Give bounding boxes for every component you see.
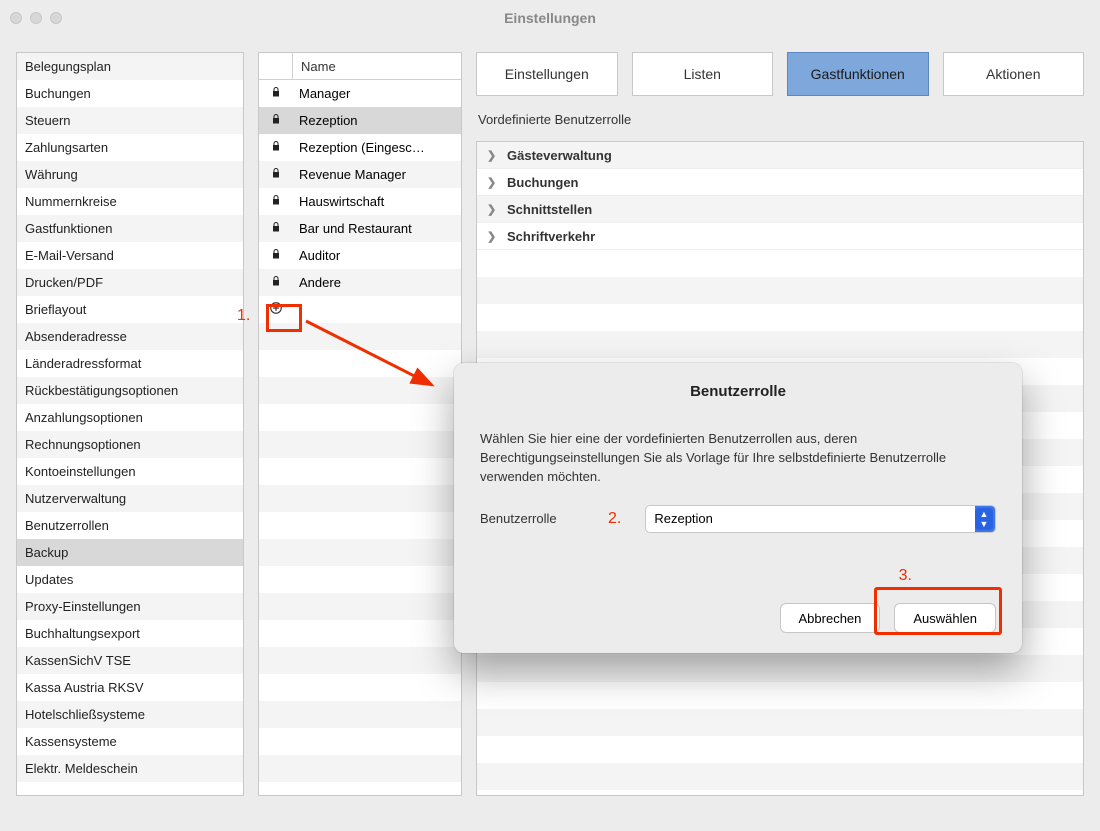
empty-row bbox=[259, 323, 461, 350]
sidebar-item[interactable]: Gastfunktionen bbox=[17, 215, 243, 242]
sidebar-item[interactable]: Zahlungsarten bbox=[17, 134, 243, 161]
annotation-step-1: 1. bbox=[237, 307, 250, 325]
sidebar-item[interactable]: Rechnungsoptionen bbox=[17, 431, 243, 458]
sidebar-item[interactable]: Kontoeinstellungen bbox=[17, 458, 243, 485]
sidebar-item[interactable]: KassenSichV TSE bbox=[17, 647, 243, 674]
empty-row bbox=[259, 431, 461, 458]
role-row[interactable]: Rezeption bbox=[259, 107, 461, 134]
empty-row bbox=[259, 620, 461, 647]
empty-row bbox=[259, 782, 461, 796]
empty-row bbox=[259, 566, 461, 593]
sidebar-item[interactable]: Nummernkreise bbox=[17, 188, 243, 215]
tab-einstellungen[interactable]: Einstellungen bbox=[476, 52, 618, 96]
tab-aktionen[interactable]: Aktionen bbox=[943, 52, 1085, 96]
role-row[interactable]: Rezeption (Eingesc… bbox=[259, 134, 461, 161]
roles-panel: Name ManagerRezeptionRezeption (Eingesc…… bbox=[258, 52, 462, 796]
lock-icon bbox=[259, 194, 293, 209]
add-icon[interactable] bbox=[259, 301, 293, 318]
dialog-confirm-button[interactable]: Auswählen bbox=[894, 603, 996, 633]
empty-row bbox=[259, 647, 461, 674]
role-row[interactable]: Andere bbox=[259, 269, 461, 296]
sidebar-item[interactable]: Proxy-Einstellungen bbox=[17, 593, 243, 620]
sidebar-item[interactable]: Steuern bbox=[17, 107, 243, 134]
sidebar-item[interactable]: Buchhaltungsexport bbox=[17, 620, 243, 647]
lock-icon bbox=[259, 140, 293, 155]
lock-icon bbox=[259, 113, 293, 128]
sidebar-item[interactable]: Rückbestätigungsoptionen bbox=[17, 377, 243, 404]
sidebar-item[interactable]: Währung bbox=[17, 161, 243, 188]
settings-sidebar: BelegungsplanBuchungenSteuernZahlungsart… bbox=[16, 52, 244, 796]
lock-icon bbox=[259, 275, 293, 290]
empty-row bbox=[259, 701, 461, 728]
window-titlebar: Einstellungen bbox=[0, 0, 1100, 36]
annotation-step-3: 3. bbox=[899, 567, 912, 585]
lock-icon bbox=[259, 167, 293, 182]
roles-header-name: Name bbox=[293, 59, 344, 74]
role-row[interactable]: Revenue Manager bbox=[259, 161, 461, 188]
add-role-row[interactable] bbox=[259, 296, 461, 323]
category-row[interactable]: ❯Schriftverkehr bbox=[477, 223, 1083, 250]
empty-row bbox=[259, 674, 461, 701]
sidebar-item[interactable]: E-Mail-Versand bbox=[17, 242, 243, 269]
sidebar-item[interactable]: Nutzerverwaltung bbox=[17, 485, 243, 512]
sidebar-item[interactable]: Absenderadresse bbox=[17, 323, 243, 350]
sidebar-item[interactable]: Buchungen bbox=[17, 80, 243, 107]
roles-table-header: Name bbox=[259, 53, 461, 80]
empty-row bbox=[259, 404, 461, 431]
sidebar-item[interactable]: Drucken/PDF bbox=[17, 269, 243, 296]
empty-row bbox=[259, 350, 461, 377]
category-row[interactable]: ❯Schnittstellen bbox=[477, 196, 1083, 223]
empty-row bbox=[259, 593, 461, 620]
predefined-role-label: Vordefinierte Benutzerrolle bbox=[476, 108, 1084, 129]
category-row[interactable]: ❯Buchungen bbox=[477, 169, 1083, 196]
empty-row bbox=[259, 539, 461, 566]
tab-gastfunktionen[interactable]: Gastfunktionen bbox=[787, 52, 929, 96]
sidebar-item[interactable]: Länderadressformat bbox=[17, 350, 243, 377]
sidebar-item[interactable]: Backup bbox=[17, 539, 243, 566]
sidebar-item[interactable]: Kassensysteme bbox=[17, 728, 243, 755]
chevron-right-icon: ❯ bbox=[487, 149, 497, 162]
sidebar-item[interactable]: Belegungsplan bbox=[17, 53, 243, 80]
category-row[interactable]: ❯Gästeverwaltung bbox=[477, 142, 1083, 169]
chevron-right-icon: ❯ bbox=[487, 176, 497, 189]
tab-listen[interactable]: Listen bbox=[632, 52, 774, 96]
dialog-title: Benutzerrolle bbox=[480, 383, 996, 400]
empty-row bbox=[259, 755, 461, 782]
lock-icon bbox=[259, 248, 293, 263]
role-row[interactable]: Hauswirtschaft bbox=[259, 188, 461, 215]
role-template-dialog: Benutzerrolle Wählen Sie hier eine der v… bbox=[454, 363, 1022, 653]
lock-icon bbox=[259, 221, 293, 236]
empty-row bbox=[259, 458, 461, 485]
sidebar-item[interactable]: Brieflayout bbox=[17, 296, 243, 323]
role-row[interactable]: Manager bbox=[259, 80, 461, 107]
chevron-right-icon: ❯ bbox=[487, 230, 497, 243]
empty-row bbox=[259, 728, 461, 755]
dialog-description: Wählen Sie hier eine der vordefinierten … bbox=[480, 430, 996, 487]
sidebar-item[interactable]: Benutzerrollen bbox=[17, 512, 243, 539]
sidebar-item[interactable]: Kassa Austria RKSV bbox=[17, 674, 243, 701]
window-title: Einstellungen bbox=[0, 10, 1100, 26]
dialog-role-label: Benutzerrolle bbox=[480, 511, 590, 526]
empty-row bbox=[259, 485, 461, 512]
sidebar-item[interactable]: Elektr. Meldeschein bbox=[17, 755, 243, 782]
dialog-role-select[interactable]: Rezeption bbox=[645, 505, 996, 533]
lock-icon bbox=[259, 86, 293, 101]
empty-row bbox=[259, 512, 461, 539]
sidebar-item[interactable]: Updates bbox=[17, 566, 243, 593]
annotation-step-2: 2. bbox=[608, 510, 621, 528]
chevron-right-icon: ❯ bbox=[487, 203, 497, 216]
role-row[interactable]: Auditor bbox=[259, 242, 461, 269]
empty-row bbox=[259, 377, 461, 404]
sidebar-item[interactable]: Anzahlungsoptionen bbox=[17, 404, 243, 431]
detail-tabs: Einstellungen Listen Gastfunktionen Aktione… bbox=[476, 52, 1084, 96]
dialog-cancel-button[interactable]: Abbrechen bbox=[780, 603, 881, 633]
sidebar-item[interactable]: Hotelschließsysteme bbox=[17, 701, 243, 728]
role-row[interactable]: Bar und Restaurant bbox=[259, 215, 461, 242]
